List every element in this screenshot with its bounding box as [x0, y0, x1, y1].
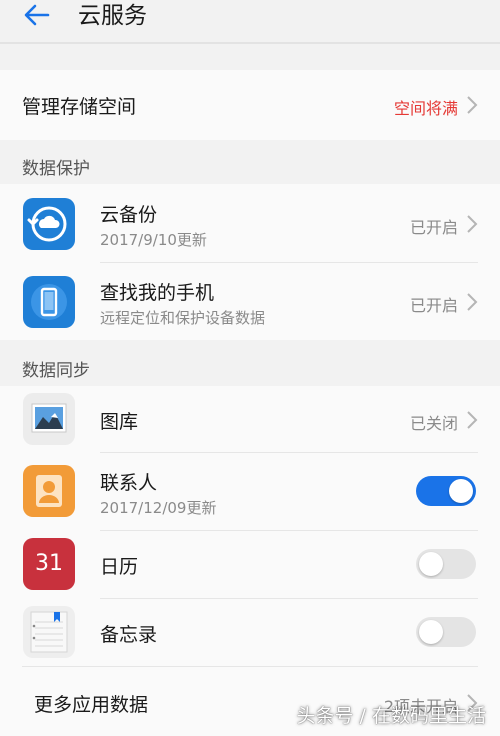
data-protection-section: 云备份 2017/9/10更新 已开启 查找我的手机 远程定位和保护设备数据 已… — [0, 184, 500, 340]
find-phone-icon — [23, 276, 75, 328]
chevron-right-icon — [467, 293, 478, 311]
section-label-data-sync: 数据同步 — [22, 361, 90, 381]
calendar-sync-toggle[interactable] — [416, 549, 476, 579]
gallery-title: 图库 — [100, 411, 139, 433]
toggle-knob — [449, 479, 473, 503]
storage-status: 空间将满 — [393, 99, 458, 118]
notepad-title: 备忘录 — [100, 624, 158, 646]
more-app-data-label: 更多应用数据 — [34, 694, 149, 716]
toggle-knob — [419, 552, 443, 576]
contacts-title: 联系人 — [100, 472, 158, 494]
storage-section: 管理存储空间 空间将满 — [0, 70, 500, 140]
find-phone-row[interactable]: 查找我的手机 远程定位和保护设备数据 已开启 — [0, 262, 500, 340]
cloud-backup-status: 已开启 — [409, 218, 458, 237]
chevron-right-icon — [467, 411, 478, 429]
gallery-status: 已关闭 — [409, 414, 458, 433]
data-sync-section: 图库 已关闭 联系人 2017/12/09更新 31 日历 备忘录 更多应用数据… — [0, 386, 500, 736]
notepad-sync-toggle[interactable] — [416, 617, 476, 647]
back-arrow-icon — [24, 4, 50, 26]
gallery-icon — [23, 393, 75, 445]
cloud-backup-subtitle: 2017/9/10更新 — [100, 231, 207, 249]
watermark: 头条号 / 在数码里生活 — [296, 705, 486, 727]
calendar-row: 31 日历 — [0, 530, 500, 598]
contacts-icon — [23, 465, 75, 517]
manage-storage-label: 管理存储空间 — [22, 96, 137, 118]
contacts-sync-toggle[interactable] — [416, 476, 476, 506]
cloud-backup-title: 云备份 — [100, 204, 158, 226]
cloud-backup-row[interactable]: 云备份 2017/9/10更新 已开启 — [0, 184, 500, 262]
find-phone-status: 已开启 — [409, 296, 458, 315]
top-app-bar: 云服务 — [0, 0, 500, 44]
calendar-title: 日历 — [100, 556, 139, 578]
contacts-row: 联系人 2017/12/09更新 — [0, 452, 500, 530]
section-label-data-protection: 数据保护 — [22, 159, 90, 179]
contacts-subtitle: 2017/12/09更新 — [100, 499, 217, 517]
chevron-right-icon — [467, 96, 478, 114]
find-phone-title: 查找我的手机 — [100, 282, 215, 304]
toggle-knob — [419, 620, 443, 644]
calendar-icon-date: 31 — [35, 551, 63, 576]
calendar-icon: 31 — [23, 538, 75, 590]
gallery-row[interactable]: 图库 已关闭 — [0, 386, 500, 452]
page-title: 云服务 — [78, 3, 147, 29]
notepad-icon — [23, 606, 75, 658]
notepad-row: 备忘录 — [0, 598, 500, 666]
chevron-right-icon — [467, 215, 478, 233]
find-phone-subtitle: 远程定位和保护设备数据 — [100, 309, 266, 327]
manage-storage-row[interactable]: 管理存储空间 空间将满 — [0, 70, 500, 140]
cloud-backup-icon — [23, 198, 75, 250]
back-button[interactable] — [18, 0, 58, 36]
